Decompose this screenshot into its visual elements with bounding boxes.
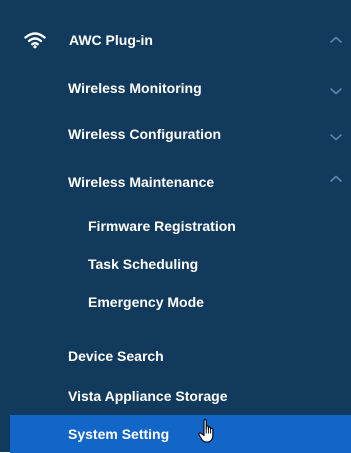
nav-item-awc-plugin[interactable]: AWC Plug-in	[0, 21, 351, 59]
chevron-down-icon[interactable]	[329, 132, 343, 142]
nav-item-device-search[interactable]: Device Search	[0, 337, 351, 375]
nav-item-system-setting[interactable]: System Setting	[10, 415, 351, 453]
nav-item-label: Device Search	[68, 348, 164, 364]
nav-item-label: System Setting	[68, 426, 170, 442]
nav-item-wireless-configuration[interactable]: Wireless Configuration	[0, 115, 351, 153]
nav-item-wireless-monitoring[interactable]: Wireless Monitoring	[0, 69, 351, 107]
nav-item-label: Wireless Configuration	[68, 126, 222, 142]
hand-cursor-icon	[197, 418, 219, 444]
sidebar-nav: AWC Plug-in Wireless Monitoring Wireless…	[0, 0, 351, 453]
nav-item-label: Firmware Registration	[88, 218, 236, 234]
nav-item-wireless-maintenance[interactable]: Wireless Maintenance	[0, 163, 351, 201]
nav-item-label: AWC Plug-in	[69, 32, 153, 48]
nav-subitem-firmware-registration[interactable]: Firmware Registration	[0, 207, 351, 245]
nav-subitem-task-scheduling[interactable]: Task Scheduling	[0, 245, 351, 283]
nav-item-label: Wireless Monitoring	[68, 80, 202, 96]
chevron-down-icon[interactable]	[329, 86, 343, 96]
nav-item-label: Vista Appliance Storage	[68, 388, 228, 404]
nav-item-vista-appliance-storage[interactable]: Vista Appliance Storage	[0, 377, 351, 415]
nav-item-label: Wireless Maintenance	[68, 174, 215, 190]
wifi-icon	[24, 31, 46, 49]
nav-subitem-emergency-mode[interactable]: Emergency Mode	[0, 283, 351, 321]
nav-item-label: Task Scheduling	[88, 256, 199, 272]
nav-item-label: Emergency Mode	[88, 294, 204, 310]
chevron-up-icon[interactable]	[329, 174, 343, 184]
chevron-up-icon[interactable]	[329, 35, 343, 45]
